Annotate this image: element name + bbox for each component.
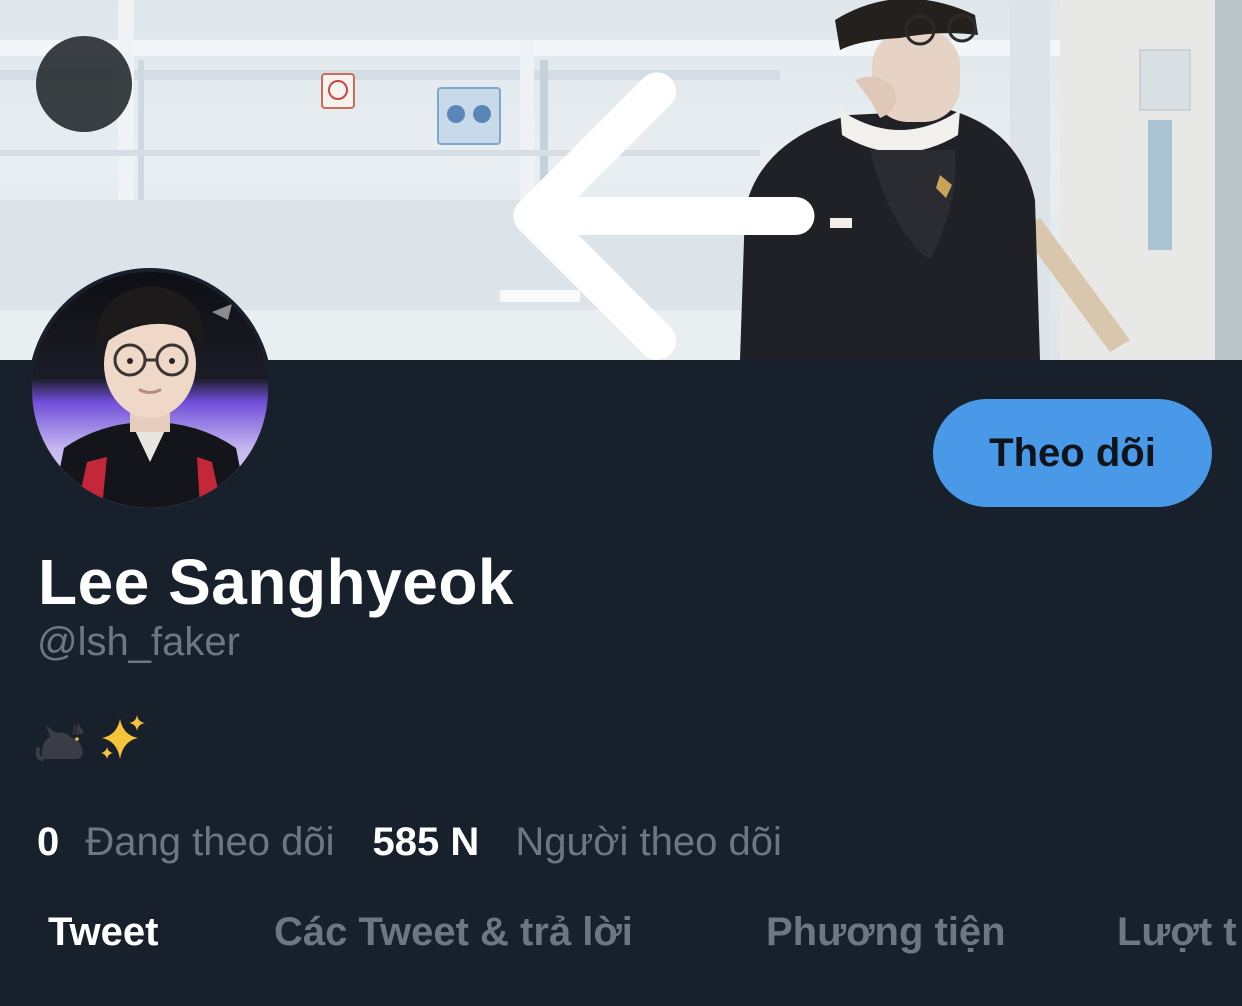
- followers-label: Người theo dõi: [515, 820, 782, 864]
- following-count: 0: [37, 820, 60, 864]
- sparkles-emoji: [101, 715, 145, 759]
- tab-media[interactable]: Phương tiện: [766, 910, 1006, 955]
- profile-bio: [36, 712, 148, 764]
- black-cat-emoji: [36, 723, 84, 761]
- profile-tabs: Tweet Các Tweet & trả lời Phương tiện Lư…: [0, 910, 1242, 970]
- avatar-photo: [32, 272, 268, 508]
- following-link[interactable]: 0 Đang theo dõi: [37, 820, 334, 865]
- tab-tweets[interactable]: Tweet: [48, 910, 158, 955]
- follow-stats: 0 Đang theo dõi 585 N Người theo dõi: [37, 820, 782, 870]
- following-label: Đang theo dõi: [85, 820, 335, 864]
- tab-likes[interactable]: Lượt t: [1117, 910, 1237, 955]
- back-button[interactable]: [36, 36, 815, 360]
- follow-button[interactable]: Theo dõi: [933, 399, 1212, 507]
- display-name: Lee Sanghyeok: [38, 546, 514, 618]
- user-handle: @lsh_faker: [37, 620, 240, 664]
- followers-link[interactable]: 585 N Người theo dõi: [372, 820, 781, 865]
- followers-count: 585 N: [372, 820, 480, 864]
- profile-page: Theo dõi Lee Sanghyeok @lsh_faker 0 Đang…: [0, 0, 1242, 1006]
- profile-avatar[interactable]: [28, 268, 272, 512]
- tab-tweets-and-replies[interactable]: Các Tweet & trả lời: [274, 910, 633, 955]
